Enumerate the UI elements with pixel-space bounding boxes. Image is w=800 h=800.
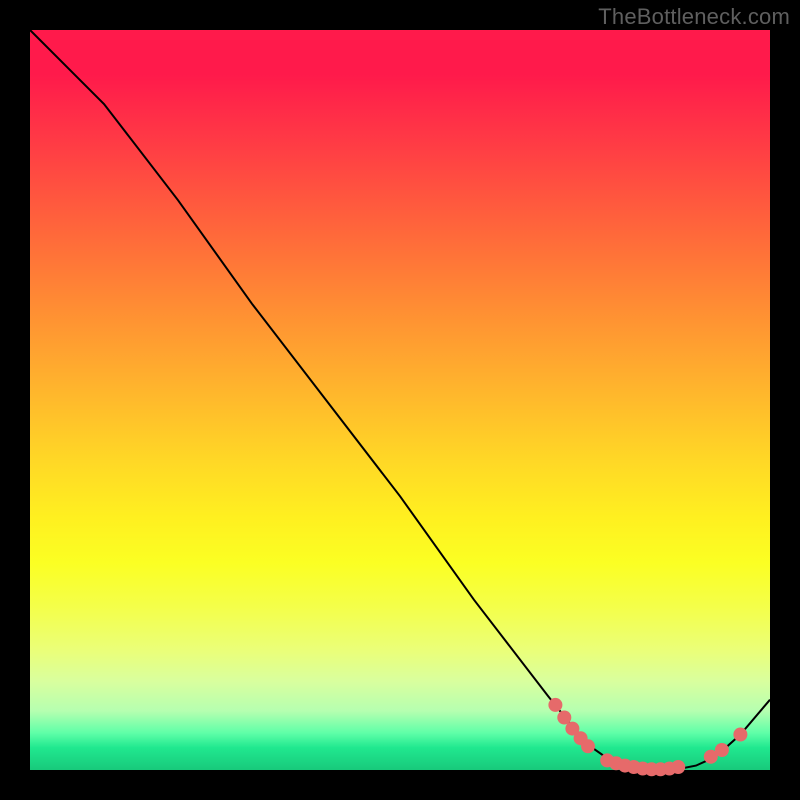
watermark-text: TheBottleneck.com (598, 4, 790, 30)
chart-frame: TheBottleneck.com (0, 0, 800, 800)
chart-svg (30, 30, 770, 770)
curve-marker (733, 728, 747, 742)
curve-marker (581, 739, 595, 753)
curve-marker (548, 698, 562, 712)
curve-marker (715, 743, 729, 757)
plot-area (30, 30, 770, 770)
bottleneck-curve (30, 30, 770, 769)
curve-marker (671, 760, 685, 774)
curve-markers (548, 698, 747, 776)
